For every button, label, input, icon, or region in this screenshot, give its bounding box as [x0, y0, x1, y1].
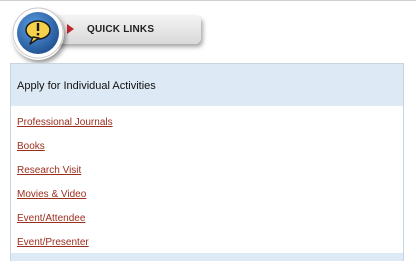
activity-links-list: Professional Journals Books Research Vis… [11, 106, 403, 259]
speech-bubble-exclamation-icon [12, 7, 64, 59]
arrow-right-icon [67, 24, 74, 34]
link-books[interactable]: Books [17, 139, 403, 163]
quick-links-label[interactable]: QUICK LINKS [87, 24, 154, 35]
link-event-attendee[interactable]: Event/Attendee [17, 211, 403, 235]
link-professional-journals[interactable]: Professional Journals [17, 115, 403, 139]
panel-title: Apply for Individual Activities [11, 64, 403, 106]
individual-activities-panel: Apply for Individual Activities Professi… [10, 63, 404, 261]
top-divider [0, 0, 416, 1]
panel-footer [11, 253, 403, 261]
link-research-visit[interactable]: Research Visit [17, 163, 403, 187]
link-movies-video[interactable]: Movies & Video [17, 187, 403, 211]
